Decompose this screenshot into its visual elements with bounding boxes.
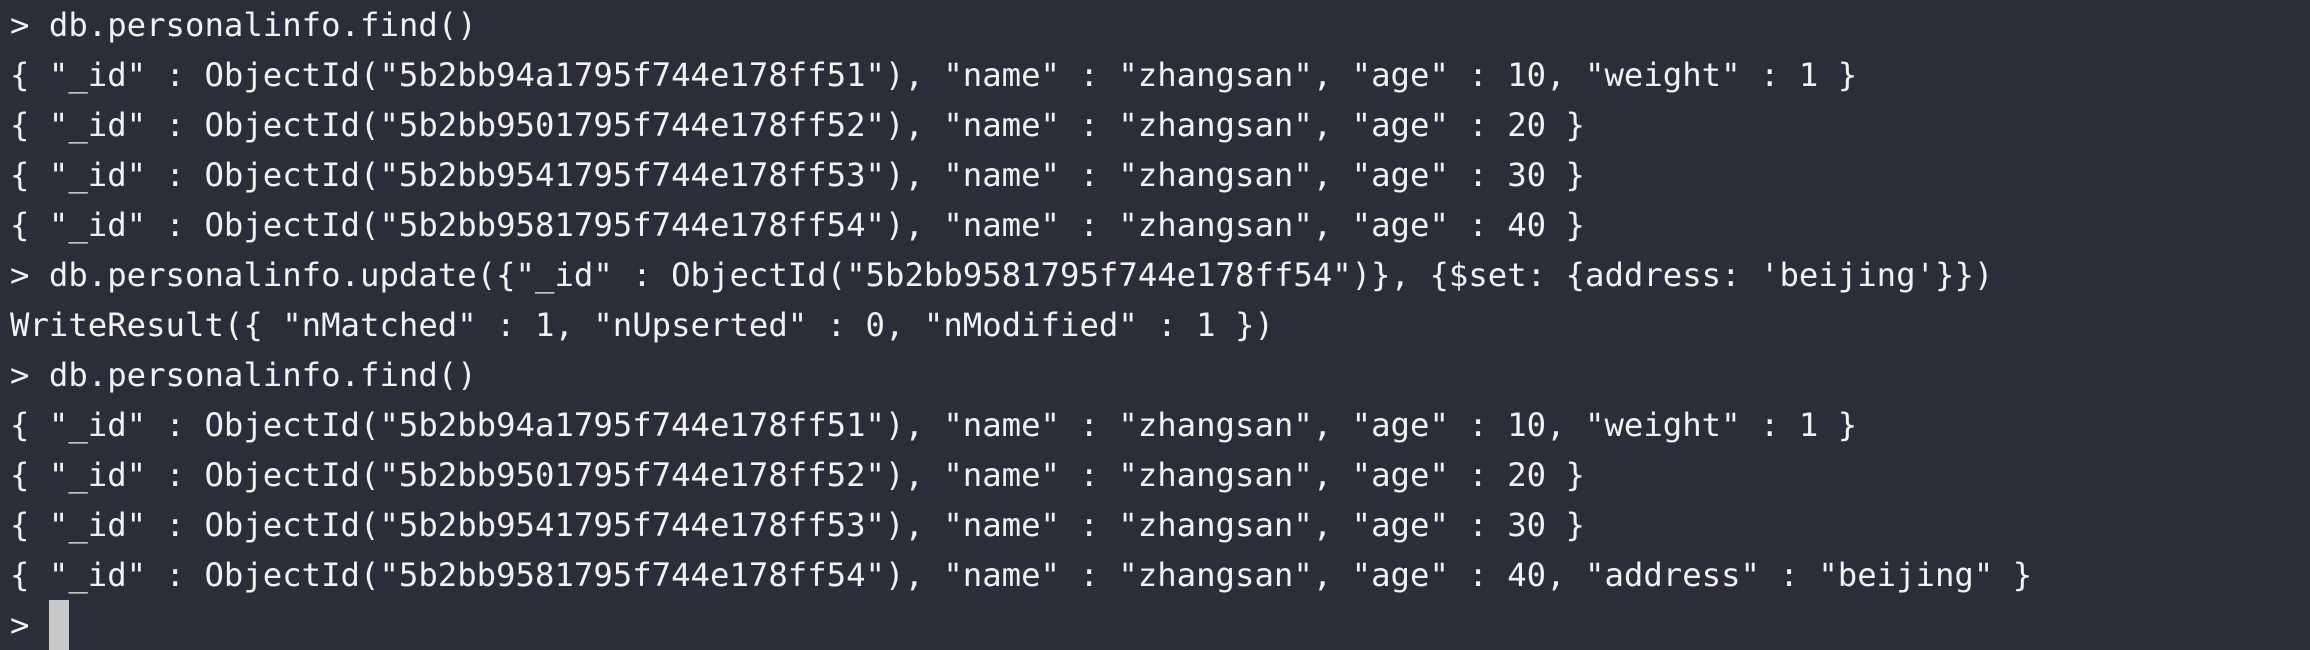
output-text: { "_id" : ObjectId("5b2bb9581795f744e178… bbox=[10, 206, 1585, 244]
output-line: { "_id" : ObjectId("5b2bb9581795f744e178… bbox=[10, 200, 2310, 250]
output-line: { "_id" : ObjectId("5b2bb9501795f744e178… bbox=[10, 100, 2310, 150]
command-line: > db.personalinfo.update({"_id" : Object… bbox=[10, 250, 2310, 300]
command-text: db.personalinfo.find() bbox=[48, 6, 477, 44]
prompt: > bbox=[10, 356, 49, 394]
output-line: { "_id" : ObjectId("5b2bb9541795f744e178… bbox=[10, 150, 2310, 200]
prompt: > bbox=[10, 256, 49, 294]
output-line: WriteResult({ "nMatched" : 1, "nUpserted… bbox=[10, 300, 2310, 350]
terminal-input-line[interactable]: > bbox=[10, 600, 2310, 650]
output-line: { "_id" : ObjectId("5b2bb94a1795f744e178… bbox=[10, 50, 2310, 100]
output-line: { "_id" : ObjectId("5b2bb94a1795f744e178… bbox=[10, 400, 2310, 450]
text-cursor bbox=[48, 600, 69, 650]
output-line: { "_id" : ObjectId("5b2bb9581795f744e178… bbox=[10, 550, 2310, 600]
command-line: > db.personalinfo.find() bbox=[10, 0, 2310, 50]
terminal-window[interactable]: > db.personalinfo.find() { "_id" : Object… bbox=[0, 0, 2310, 650]
output-line: { "_id" : ObjectId("5b2bb9541795f744e178… bbox=[10, 500, 2310, 550]
output-text: { "_id" : ObjectId("5b2bb9501795f744e178… bbox=[10, 456, 1585, 494]
output-text: { "_id" : ObjectId("5b2bb94a1795f744e178… bbox=[10, 56, 1858, 94]
output-text: { "_id" : ObjectId("5b2bb9501795f744e178… bbox=[10, 106, 1585, 144]
output-text: { "_id" : ObjectId("5b2bb9541795f744e178… bbox=[10, 156, 1585, 194]
output-text: { "_id" : ObjectId("5b2bb94a1795f744e178… bbox=[10, 406, 1858, 444]
output-text: { "_id" : ObjectId("5b2bb9581795f744e178… bbox=[10, 556, 2033, 594]
command-text: db.personalinfo.update({"_id" : ObjectId… bbox=[48, 256, 1994, 294]
output-text: WriteResult({ "nMatched" : 1, "nUpserted… bbox=[10, 306, 1274, 344]
command-line: > db.personalinfo.find() bbox=[10, 350, 2310, 400]
terminal-output: > db.personalinfo.find() { "_id" : Object… bbox=[10, 0, 2310, 600]
command-text: db.personalinfo.find() bbox=[48, 356, 477, 394]
output-text: { "_id" : ObjectId("5b2bb9541795f744e178… bbox=[10, 506, 1585, 544]
input-prompt: > bbox=[10, 606, 49, 644]
output-line: { "_id" : ObjectId("5b2bb9501795f744e178… bbox=[10, 450, 2310, 500]
prompt: > bbox=[10, 6, 49, 44]
